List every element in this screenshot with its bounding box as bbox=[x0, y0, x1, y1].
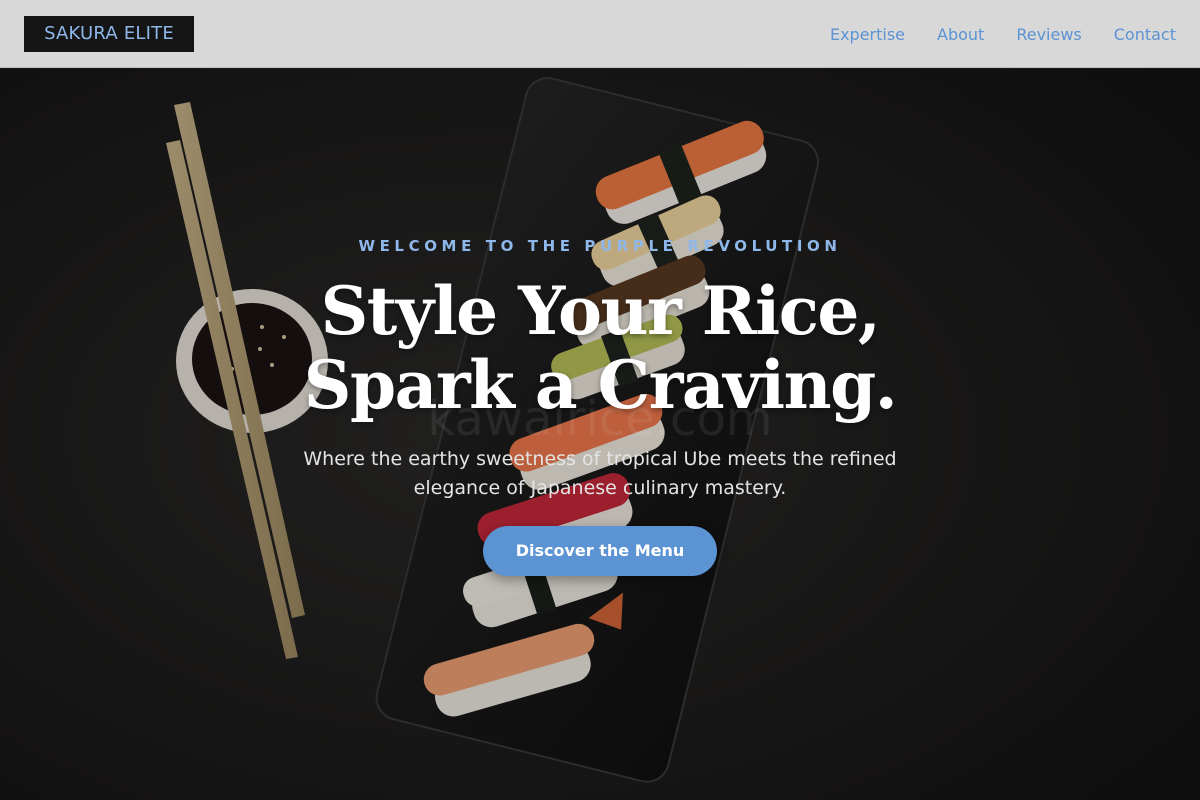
hero-section: kawairice.com WELCOME TO THE PURPLE REVO… bbox=[0, 69, 1200, 800]
nav-link-contact[interactable]: Contact bbox=[1114, 25, 1176, 44]
discover-menu-button[interactable]: Discover the Menu bbox=[483, 526, 717, 576]
main-nav: Expertise About Reviews Contact bbox=[830, 0, 1176, 68]
site-header: SAKURA ELITE Expertise About Reviews Con… bbox=[0, 0, 1200, 68]
nav-link-reviews[interactable]: Reviews bbox=[1016, 25, 1081, 44]
nav-link-expertise[interactable]: Expertise bbox=[830, 25, 905, 44]
hero-headline-line-1: Style Your Rice, bbox=[320, 272, 881, 350]
hero-headline: Style Your Rice, Spark a Craving. bbox=[0, 274, 1200, 422]
hero-eyebrow: WELCOME TO THE PURPLE REVOLUTION bbox=[358, 237, 842, 255]
hero-subtitle: Where the earthy sweetness of tropical U… bbox=[280, 445, 920, 503]
hero-subtitle-line-1: Where the earthy sweetness of tropical U… bbox=[303, 448, 897, 470]
nav-link-about[interactable]: About bbox=[937, 25, 984, 44]
hero-subtitle-line-2: elegance of Japanese culinary mastery. bbox=[413, 477, 787, 499]
logo[interactable]: SAKURA ELITE bbox=[24, 16, 194, 52]
hero-headline-line-2: Spark a Craving. bbox=[303, 346, 898, 424]
